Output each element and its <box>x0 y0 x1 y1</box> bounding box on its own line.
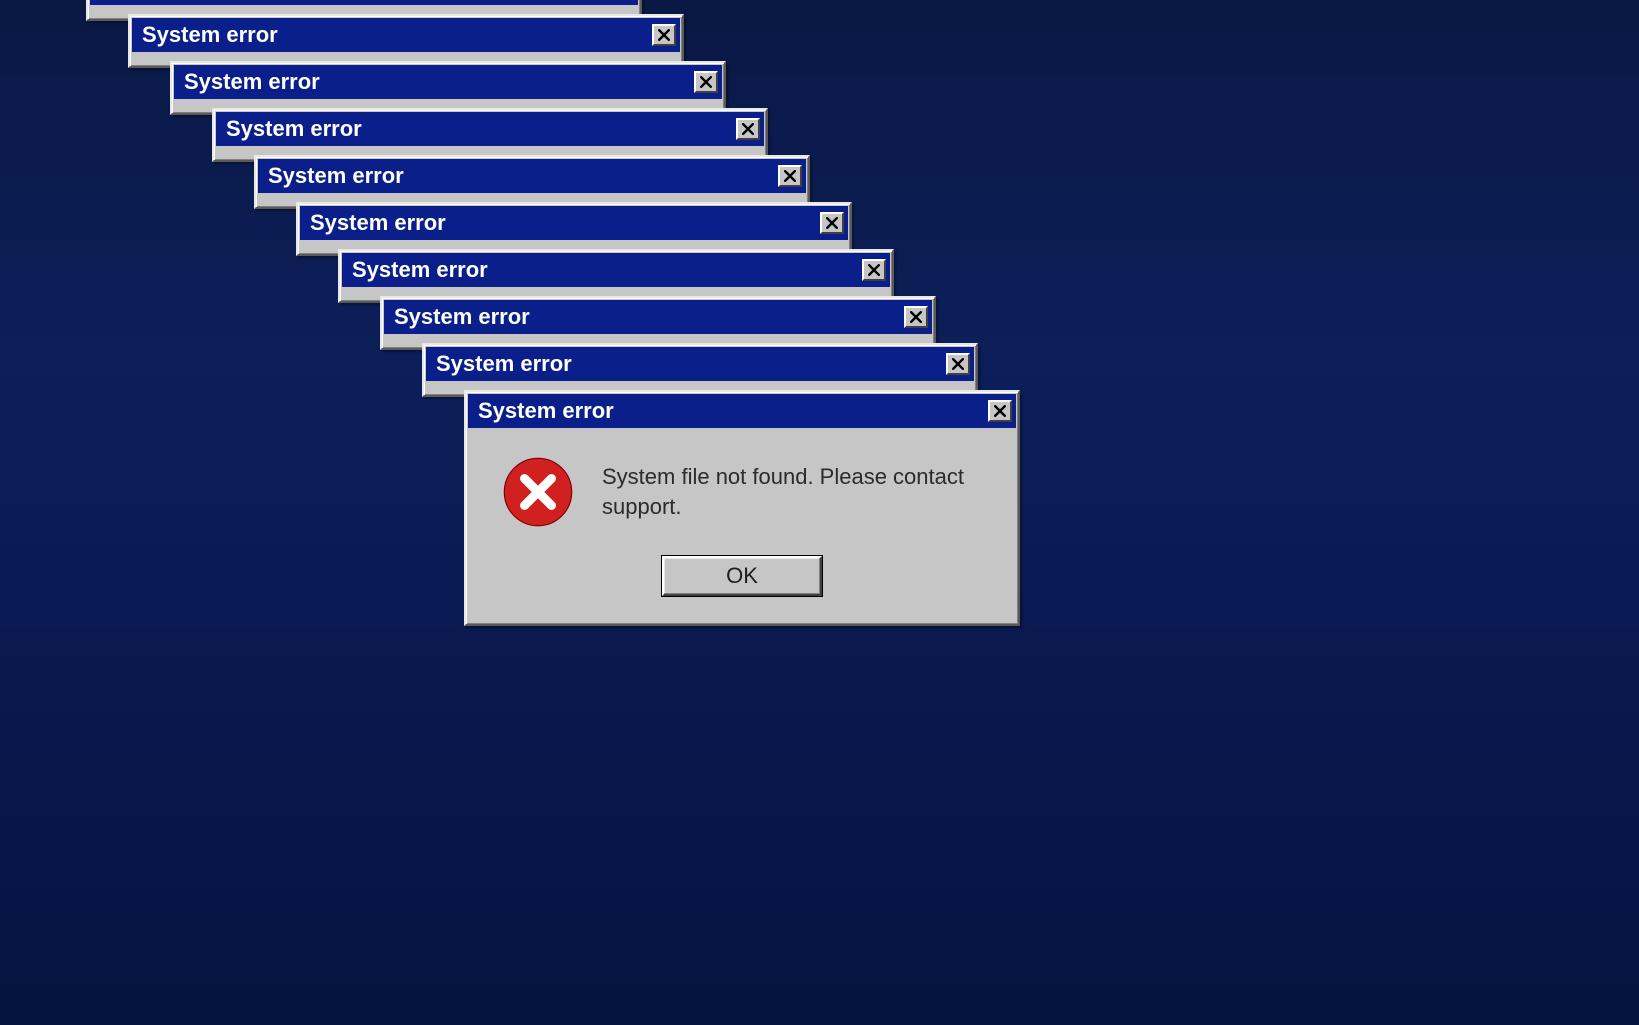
close-button[interactable] <box>946 353 970 375</box>
dialog-title: System error <box>184 69 694 95</box>
close-icon <box>742 123 754 135</box>
titlebar[interactable]: System error <box>174 65 722 99</box>
close-button[interactable] <box>988 400 1012 422</box>
desktop: System errorSystem errorSystem errorSyst… <box>0 0 1639 1025</box>
titlebar[interactable]: System error <box>342 253 890 287</box>
titlebar[interactable]: System error <box>216 112 764 146</box>
error-circle-x-icon <box>502 456 574 528</box>
close-icon <box>658 29 670 41</box>
close-button[interactable] <box>694 71 718 93</box>
ok-button[interactable]: OK <box>662 556 822 596</box>
dialog-title: System error <box>142 22 652 48</box>
error-dialog: System error <box>128 14 684 68</box>
dialog-title: System error <box>268 163 778 189</box>
dialog-content: System file not found. Please contact su… <box>468 428 1016 538</box>
dialog-title: System error <box>394 304 904 330</box>
close-icon <box>910 311 922 323</box>
dialog-title: System error <box>310 210 820 236</box>
close-button[interactable] <box>778 165 802 187</box>
dialog-title: System error <box>478 398 988 424</box>
titlebar[interactable]: System error <box>426 347 974 381</box>
error-dialog: System error <box>380 296 936 350</box>
dialog-title: System error <box>226 116 736 142</box>
titlebar[interactable]: System error <box>384 300 932 334</box>
titlebar[interactable]: System error <box>468 394 1016 428</box>
titlebar[interactable]: System error <box>132 18 680 52</box>
dialog-message: System file not found. Please contact su… <box>602 462 992 521</box>
close-icon <box>868 264 880 276</box>
button-row: OK <box>468 538 1016 622</box>
titlebar[interactable]: System error <box>258 159 806 193</box>
close-icon <box>952 358 964 370</box>
error-dialog: System error System file not found. Pleas… <box>464 390 1020 626</box>
close-icon <box>784 170 796 182</box>
dialog-title: System error <box>436 351 946 377</box>
close-icon <box>994 405 1006 417</box>
error-dialog: System error <box>170 61 726 115</box>
close-button[interactable] <box>736 118 760 140</box>
dialog-title: System error <box>352 257 862 283</box>
error-dialog: System error <box>254 155 810 209</box>
titlebar[interactable]: System error <box>300 206 848 240</box>
error-dialog: System error <box>212 108 768 162</box>
close-icon <box>700 76 712 88</box>
close-button[interactable] <box>652 24 676 46</box>
dialog-title: System error <box>100 0 610 1</box>
error-dialog: System error <box>296 202 852 256</box>
close-icon <box>826 217 838 229</box>
close-button[interactable] <box>904 306 928 328</box>
dialog-body: System file not found. Please contact su… <box>468 428 1016 622</box>
error-dialog: System error <box>338 249 894 303</box>
error-dialog: System error <box>422 343 978 397</box>
close-button[interactable] <box>862 259 886 281</box>
close-button[interactable] <box>820 212 844 234</box>
